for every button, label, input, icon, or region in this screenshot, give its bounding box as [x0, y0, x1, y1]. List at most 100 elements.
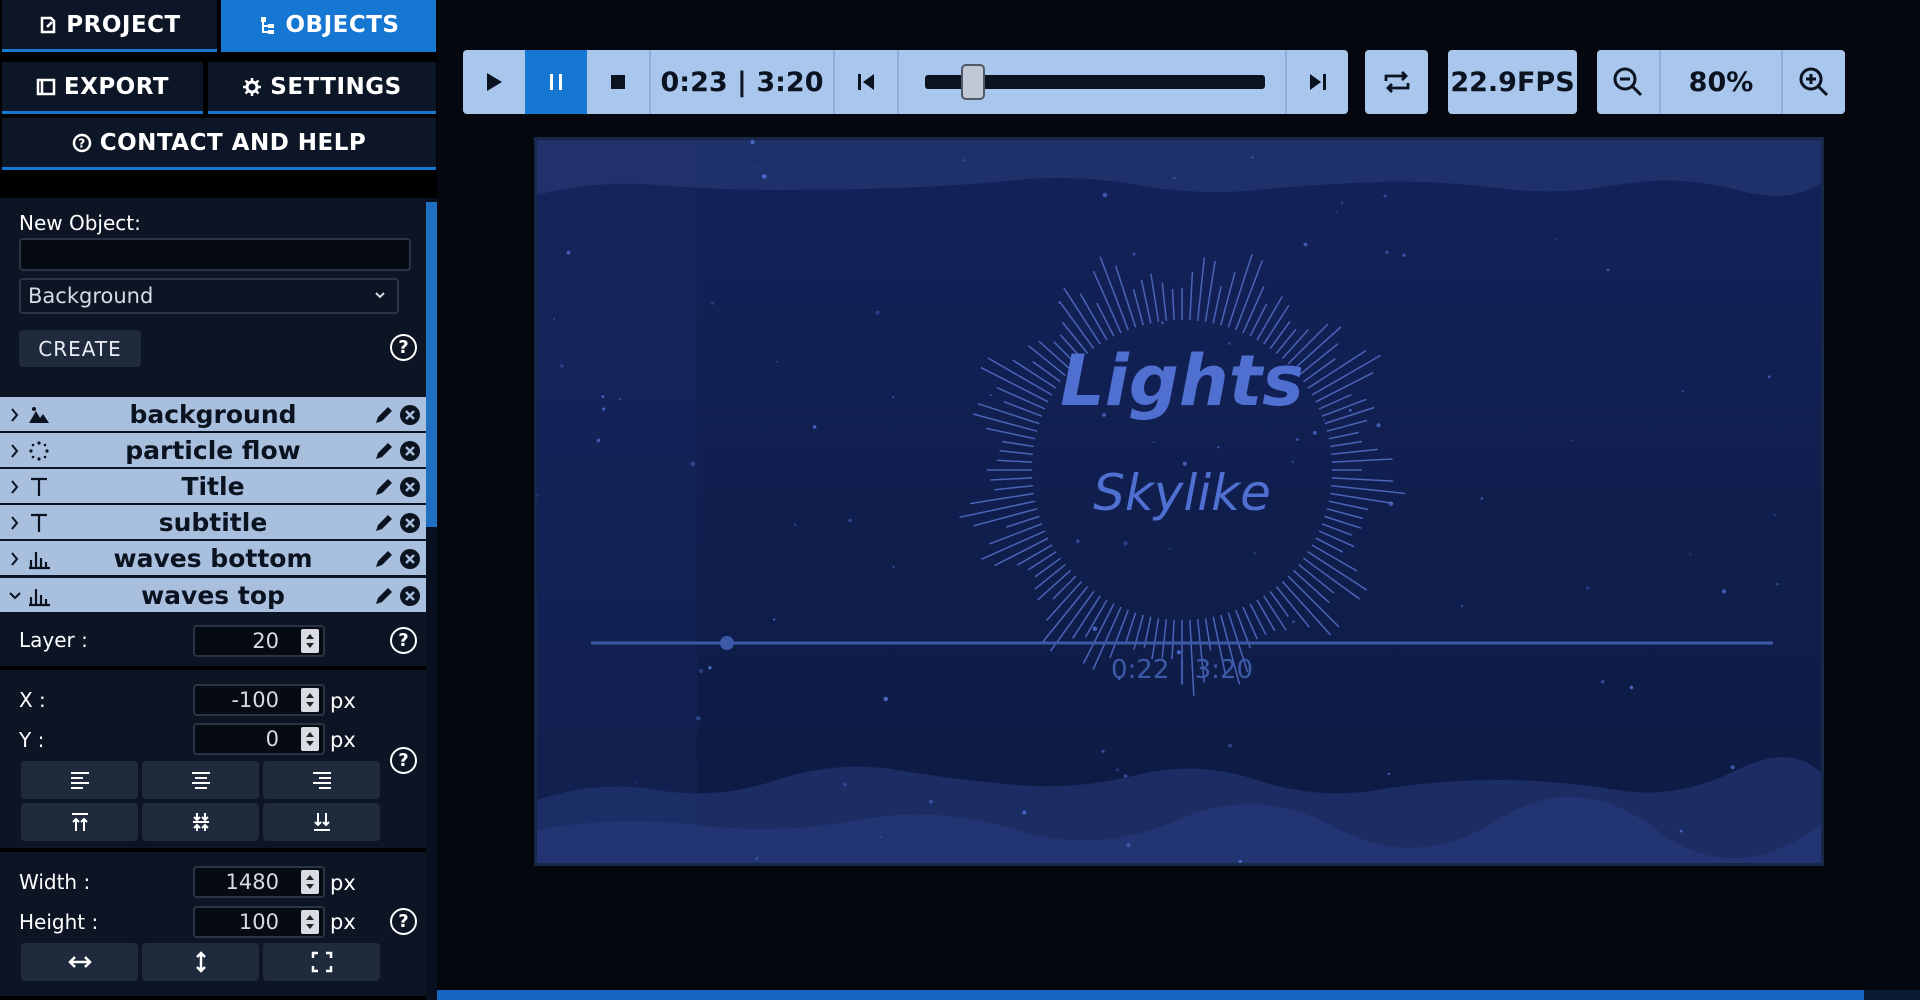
zoom-out-icon — [1613, 67, 1643, 97]
chevron-right-icon[interactable] — [8, 511, 22, 540]
progress-dot — [719, 636, 734, 650]
pause-button[interactable] — [525, 50, 587, 114]
chevron-right-icon[interactable] — [8, 475, 22, 504]
help-icon[interactable]: ? — [390, 334, 417, 361]
delete-icon[interactable] — [399, 439, 421, 468]
edit-icon[interactable] — [373, 403, 395, 432]
zoom-controls: 80% — [1597, 50, 1845, 114]
object-row[interactable]: particle flow — [0, 433, 426, 467]
help-icon[interactable]: ? — [390, 747, 417, 774]
particle — [1126, 842, 1131, 848]
delete-icon[interactable] — [399, 511, 421, 540]
panel-scrollbar[interactable] — [426, 198, 437, 1000]
align-middle-button[interactable] — [142, 803, 259, 841]
x-input[interactable]: -100 — [193, 684, 325, 716]
particle — [566, 250, 571, 255]
particle — [635, 781, 638, 784]
tab-export[interactable]: EXPORT — [2, 62, 203, 114]
playback-toolbar: 0:23 | 3:20 — [463, 50, 1348, 114]
skip-back-button[interactable] — [835, 50, 897, 114]
object-name: subtitle — [158, 507, 268, 537]
chevron-down-icon[interactable] — [8, 584, 22, 613]
fit-height-button[interactable] — [142, 943, 259, 981]
zoom-in-button[interactable] — [1783, 50, 1845, 114]
object-name: waves bottom — [113, 543, 313, 573]
chevron-right-icon[interactable] — [8, 439, 22, 468]
particle — [1376, 423, 1381, 428]
align-right-icon — [312, 772, 331, 789]
tab-project-label: PROJECT — [66, 11, 181, 38]
pause-icon — [550, 74, 562, 90]
align-bottom-button[interactable] — [263, 803, 380, 841]
particle — [773, 618, 776, 621]
scrollbar-thumb[interactable] — [426, 202, 437, 527]
particle — [1075, 539, 1080, 544]
delete-icon[interactable] — [399, 547, 421, 576]
particle — [1022, 810, 1027, 815]
y-input[interactable]: 0 — [193, 723, 325, 755]
layer-input[interactable]: 20 — [193, 625, 325, 657]
spinner-arrows-icon[interactable] — [301, 629, 319, 653]
tab-objects[interactable]: OBJECTS — [221, 0, 436, 52]
seek-handle[interactable] — [961, 64, 986, 100]
object-row[interactable]: subtitle — [0, 505, 426, 539]
align-top-button[interactable] — [21, 803, 138, 841]
help-icon[interactable]: ? — [390, 908, 417, 935]
spinner-arrows-icon[interactable] — [301, 688, 319, 712]
tab-contact[interactable]: ? CONTACT AND HELP — [2, 118, 436, 170]
spinner-arrows-icon[interactable] — [301, 727, 319, 751]
object-row[interactable]: waves bottom — [0, 541, 426, 575]
layer-label: Layer : — [19, 628, 88, 652]
width-input[interactable]: 1480 — [193, 866, 325, 898]
delete-icon[interactable] — [399, 403, 421, 432]
tab-project[interactable]: PROJECT — [2, 0, 217, 52]
particle — [1601, 680, 1605, 684]
edit-icon[interactable] — [373, 547, 395, 576]
particle — [848, 518, 852, 523]
particle — [776, 360, 779, 363]
spinner-arrows-icon[interactable] — [301, 870, 319, 894]
particle — [762, 174, 767, 179]
help-icon[interactable]: ? — [390, 627, 417, 654]
particle — [1161, 321, 1164, 325]
width-value: 1480 — [225, 870, 279, 894]
edit-icon[interactable] — [373, 439, 395, 468]
particle — [1555, 238, 1558, 241]
render-progress-fill — [437, 990, 1864, 1000]
delete-icon[interactable] — [399, 584, 421, 613]
align-left-button[interactable] — [21, 761, 138, 799]
chevron-right-icon[interactable] — [8, 547, 22, 576]
layer-section: Layer : 20 ? — [0, 615, 426, 670]
object-row[interactable]: waves top — [0, 578, 426, 612]
new-object-name-input[interactable] — [19, 238, 411, 271]
play-button[interactable] — [463, 50, 525, 114]
particle — [1092, 626, 1098, 632]
object-row[interactable]: background — [0, 397, 426, 431]
tab-settings[interactable]: SETTINGS — [208, 62, 436, 114]
align-middle-icon — [192, 813, 209, 831]
loop-button[interactable] — [1365, 50, 1428, 114]
align-center-button[interactable] — [142, 761, 259, 799]
zoom-in-icon — [1799, 67, 1829, 97]
delete-icon[interactable] — [399, 475, 421, 504]
chevron-right-icon[interactable] — [8, 403, 22, 432]
edit-icon[interactable] — [373, 584, 395, 613]
stop-button[interactable] — [587, 50, 649, 114]
object-row[interactable]: Title — [0, 469, 426, 503]
object-type-select[interactable]: Background — [19, 278, 399, 314]
align-right-button[interactable] — [263, 761, 380, 799]
edit-icon[interactable] — [373, 475, 395, 504]
preview-canvas[interactable]: Lights Skylike 0:22 | 3:20 — [534, 137, 1824, 866]
svg-text:?: ? — [78, 136, 85, 150]
zoom-out-button[interactable] — [1597, 50, 1659, 114]
create-button[interactable]: CREATE — [19, 330, 141, 367]
skip-forward-button[interactable] — [1287, 50, 1348, 114]
fullscreen-button[interactable] — [263, 943, 380, 981]
particle — [1606, 268, 1610, 272]
edit-icon[interactable] — [373, 511, 395, 540]
height-input[interactable]: 100 — [193, 906, 325, 938]
spinner-arrows-icon[interactable] — [301, 910, 319, 934]
fit-width-button[interactable] — [21, 943, 138, 981]
particle — [1776, 582, 1779, 586]
particle — [711, 301, 714, 305]
